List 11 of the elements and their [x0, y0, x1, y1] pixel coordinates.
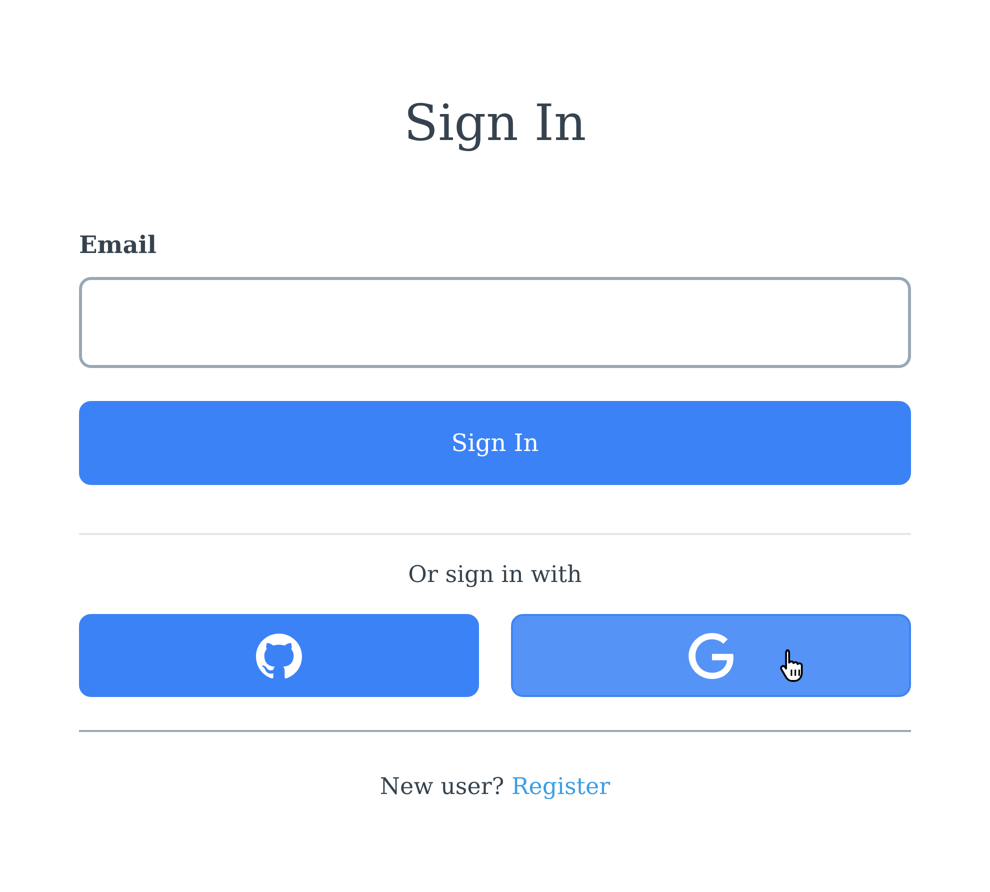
google-g-icon — [688, 632, 734, 678]
email-label: Email — [79, 230, 156, 260]
register-link[interactable]: Register — [511, 774, 610, 800]
register-prompt: New user? Register — [380, 773, 610, 802]
sign-in-button[interactable]: Sign In — [79, 401, 911, 485]
alternative-text: Or sign in with — [408, 561, 582, 590]
page-title: Sign In — [404, 93, 586, 153]
google-sign-in-button[interactable] — [511, 614, 911, 697]
email-input[interactable] — [79, 277, 911, 368]
github-icon — [256, 632, 302, 678]
github-sign-in-button[interactable] — [79, 614, 479, 697]
